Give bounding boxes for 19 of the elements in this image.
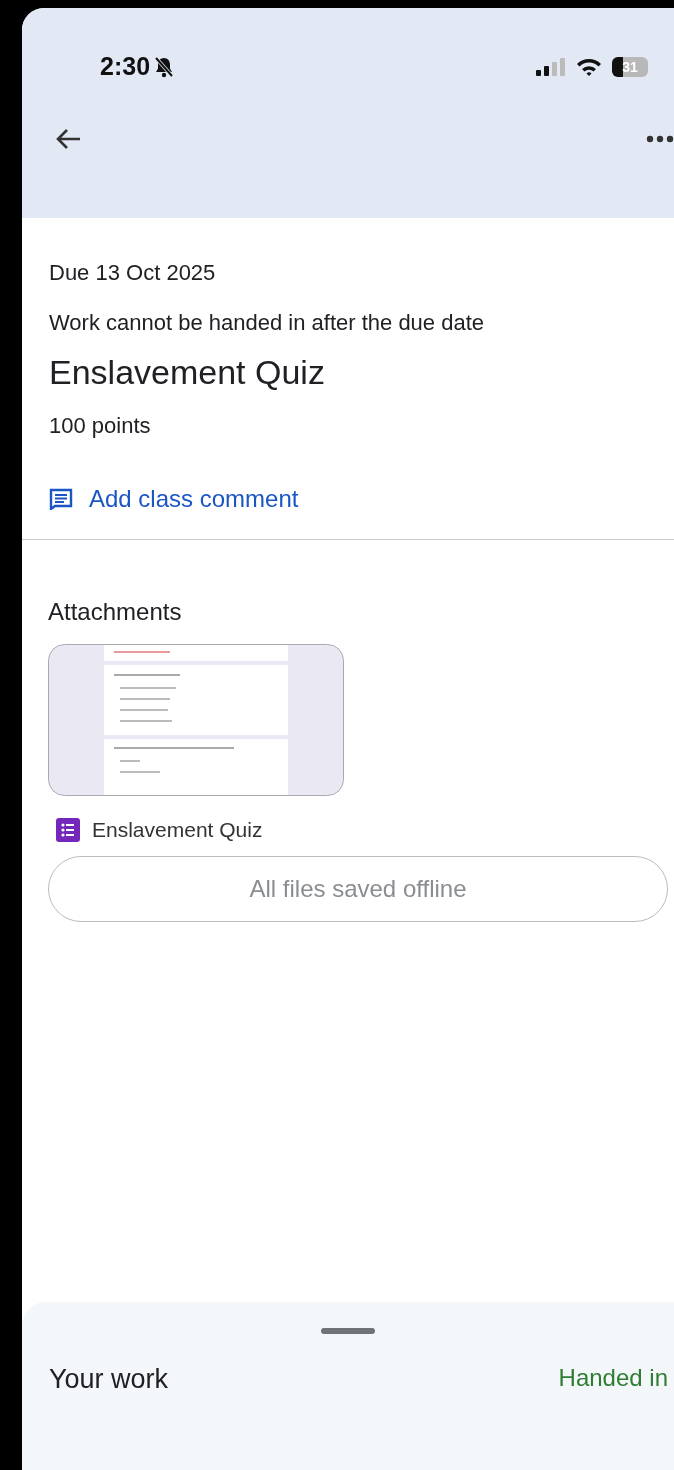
attachment-name[interactable]: Enslavement Quiz: [92, 818, 263, 842]
your-work-sheet[interactable]: Your work Handed in: [22, 1302, 674, 1470]
form-icon: [56, 818, 80, 842]
drag-handle[interactable]: [321, 1328, 375, 1334]
back-arrow-icon[interactable]: [54, 127, 82, 151]
attachments-heading: Attachments: [48, 598, 182, 626]
handed-in-status: Handed in: [558, 1364, 668, 1393]
add-class-comment-link[interactable]: Add class comment: [89, 485, 299, 513]
your-work-label: Your work: [49, 1364, 169, 1395]
wifi-icon: [576, 56, 602, 77]
status-time: 2:30: [100, 52, 151, 81]
comment-icon: [49, 488, 73, 510]
signal-icon: [536, 56, 566, 77]
due-date: Due 13 Oct 2025: [49, 260, 217, 286]
due-note: Work cannot be handed in after the due date: [49, 310, 485, 336]
assignment-title: Enslavement Quiz: [49, 353, 326, 392]
points: 100 points: [49, 413, 152, 439]
more-options-icon[interactable]: [646, 135, 674, 143]
bell-muted-icon: [154, 55, 175, 78]
